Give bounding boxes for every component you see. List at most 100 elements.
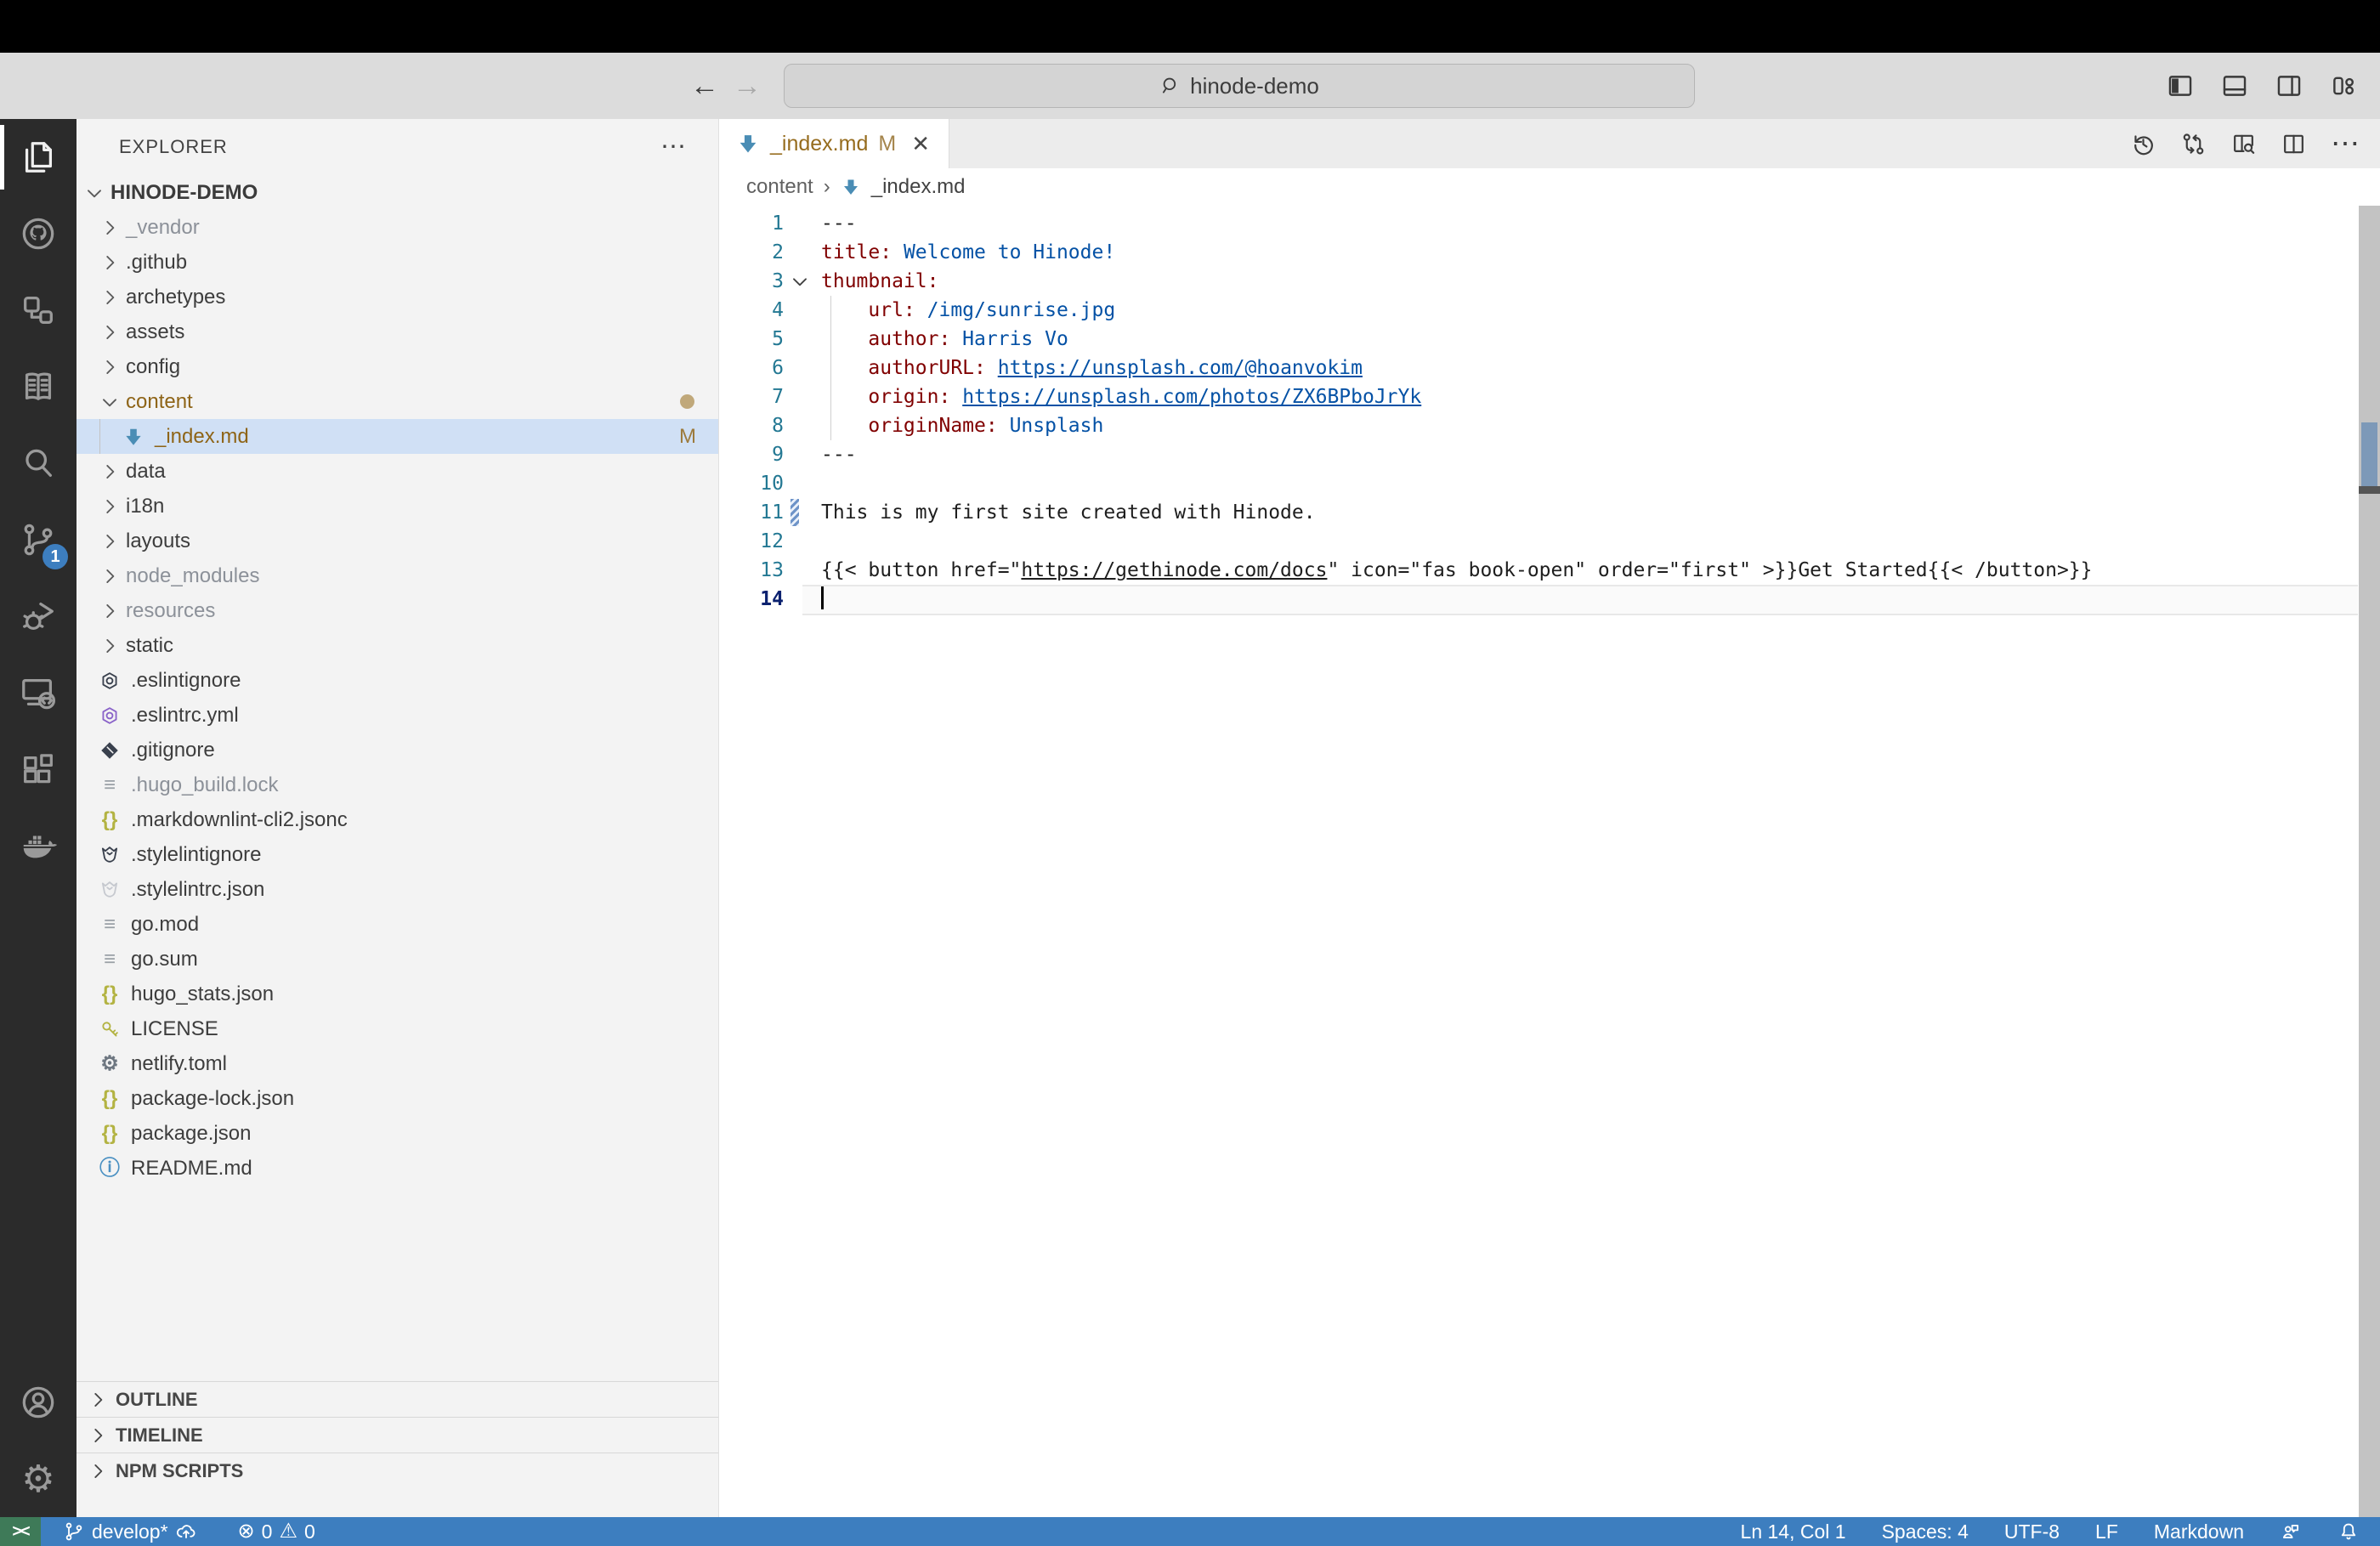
tree-folder-node_modules[interactable]: node_modules [76,558,718,593]
code-line-8[interactable]: 8 originName: Unsplash [719,411,2380,440]
activity-item-explorer-icon[interactable] [0,119,76,195]
tree-item-label: layouts [126,529,190,553]
tree-folder-static[interactable]: static [76,628,718,663]
tree-file-.eslintignore[interactable]: .eslintignore [76,663,718,698]
code-line-14[interactable]: 14 [719,585,2380,614]
tree-folder-_vendor[interactable]: _vendor [76,210,718,245]
tree-file-go.sum[interactable]: ≡go.sum [76,942,718,977]
tree-file-.stylelintignore[interactable]: .stylelintignore [76,837,718,872]
code-line-7[interactable]: 7 origin: https://unsplash.com/photos/ZX… [719,382,2380,411]
tree-folder-config[interactable]: config [76,349,718,384]
tree-file-hugo_stats.json[interactable]: {}hugo_stats.json [76,977,718,1011]
activity-item-references-icon[interactable] [0,272,76,348]
status-item[interactable]: Markdown [2154,1521,2244,1543]
tree-folder-.github[interactable]: .github [76,245,718,280]
fold-chevron-icon[interactable] [789,270,811,292]
breadcrumb-folder[interactable]: content [746,175,813,199]
tree-root[interactable]: HINODE-DEMO [76,175,718,210]
code-line-10[interactable]: 10 [719,469,2380,498]
navigate-back-icon[interactable]: ← [690,53,719,119]
code-line-12[interactable]: 12 [719,527,2380,556]
lines-glyph-icon: ≡ [97,773,122,798]
tree-folder-resources[interactable]: resources [76,593,718,628]
tree-folder-archetypes[interactable]: archetypes [76,280,718,314]
breadcrumb-file[interactable]: _index.md [871,175,966,199]
more-actions-icon[interactable]: ⋯ [2331,127,2360,161]
diamond-icon [97,738,122,763]
tree-file-_index.md[interactable]: _index.mdM [76,419,718,454]
toggle-primary-sidebar-icon[interactable] [2166,71,2195,100]
code-line-6[interactable]: 6 authorURL: https://unsplash.com/@hoanv… [719,354,2380,382]
status-item[interactable]: LF [2095,1521,2118,1543]
status-item[interactable]: UTF-8 [2004,1521,2060,1543]
code-line-11[interactable]: 11This is my first site created with Hin… [719,498,2380,527]
activity-item-docker-icon[interactable] [0,807,76,884]
activity-item-settings-icon[interactable]: ⚙ [0,1441,76,1517]
tree-item-label: resources [126,599,215,623]
code-line-2[interactable]: 2title: Welcome to Hinode! [719,238,2380,267]
tree-folder-assets[interactable]: assets [76,314,718,349]
breadcrumb[interactable]: content › _index.md [719,168,2380,206]
tree-folder-content[interactable]: content [76,384,718,419]
toggle-secondary-sidebar-icon[interactable] [2275,71,2304,100]
close-tab-icon[interactable]: ✕ [911,131,930,157]
git-modified-badge: M [679,425,696,449]
code-line-9[interactable]: 9--- [719,440,2380,469]
tree-file-package-lock.json[interactable]: {}package-lock.json [76,1081,718,1116]
status-item[interactable]: Spaces: 4 [1882,1521,1969,1543]
tree-file-.eslintrc.yml[interactable]: .eslintrc.yml [76,698,718,733]
editor-scrollbar[interactable] [2359,206,2380,1517]
tab-index-md[interactable]: _index.md M ✕ [719,119,949,168]
tree-folder-layouts[interactable]: layouts [76,524,718,558]
activity-item-search-icon[interactable] [0,425,76,501]
sync-cloud-icon[interactable] [175,1521,197,1543]
git-branch-item[interactable]: develop* [63,1521,197,1543]
section-timeline[interactable]: TIMELINE [76,1417,718,1453]
more-actions-icon[interactable]: ⋯ [660,143,686,151]
tree-file-netlify.toml[interactable]: ⚙netlify.toml [76,1046,718,1081]
feedback-icon[interactable] [2280,1521,2302,1543]
activity-item-extensions-icon[interactable] [0,731,76,807]
tree-folder-i18n[interactable]: i18n [76,489,718,524]
top-black-bar [0,0,2380,53]
tree-file-.hugo_build.lock[interactable]: ≡.hugo_build.lock [76,767,718,802]
activity-item-remote-explorer-icon[interactable] [0,654,76,731]
section-npm-scripts[interactable]: NPM SCRIPTS [76,1453,718,1488]
remote-indicator[interactable]: >< [0,1517,41,1546]
command-center-search[interactable]: hinode-demo [784,64,1695,108]
section-outline[interactable]: OUTLINE [76,1381,718,1417]
code-line-3[interactable]: 3thumbnail: [719,267,2380,296]
code-line-1[interactable]: 1--- [719,209,2380,238]
activity-item-source-control-icon[interactable]: 1 [0,501,76,578]
code-area[interactable]: 1---2title: Welcome to Hinode!3thumbnail… [719,209,2380,614]
tree-file-README.md[interactable]: ⓘREADME.md [76,1151,718,1186]
tree-file-.gitignore[interactable]: .gitignore [76,733,718,767]
markdown-file-icon [841,177,861,197]
open-preview-icon[interactable] [2230,131,2257,157]
code-line-13[interactable]: 13{{< button href="https://gethinode.com… [719,556,2380,585]
branch-label: develop* [92,1521,168,1543]
activity-item-docs-icon[interactable] [0,348,76,425]
problems-item[interactable]: ⊗ 0 ⚠ 0 [238,1521,315,1543]
code-line-4[interactable]: 4 url: /img/sunrise.jpg [719,296,2380,325]
customize-layout-icon[interactable] [2329,71,2358,100]
tree-file-.markdownlint-cli2.jsonc[interactable]: {}.markdownlint-cli2.jsonc [76,802,718,837]
split-editor-icon[interactable] [2281,131,2307,157]
tree-file-LICENSE[interactable]: LICENSE [76,1011,718,1046]
tree-file-go.mod[interactable]: ≡go.mod [76,907,718,942]
open-timeline-icon[interactable] [2130,131,2156,157]
activity-item-run-debug-icon[interactable] [0,578,76,654]
code-line-5[interactable]: 5 author: Harris Vo [719,325,2380,354]
open-changes-icon[interactable] [2180,131,2207,157]
activity-item-accounts-icon[interactable] [0,1364,76,1441]
breadcrumb-separator: › [824,175,830,199]
toggle-panel-icon[interactable] [2220,71,2249,100]
tree-file-.stylelintrc.json[interactable]: .stylelintrc.json [76,872,718,907]
status-item[interactable]: Ln 14, Col 1 [1741,1521,1846,1543]
tree-file-package.json[interactable]: {}package.json [76,1116,718,1151]
notifications-bell-icon[interactable] [2338,1521,2360,1543]
tree-folder-data[interactable]: data [76,454,718,489]
navigate-forward-icon[interactable]: → [733,53,762,119]
activity-item-github-icon[interactable] [0,195,76,272]
line-number: 11 [719,498,784,527]
